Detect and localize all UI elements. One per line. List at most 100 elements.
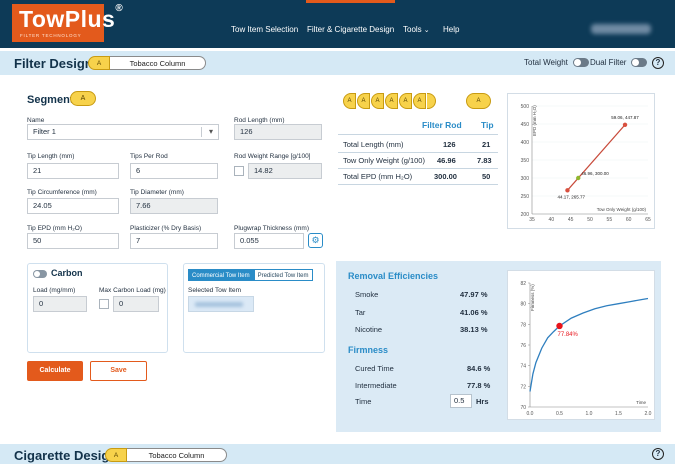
y-tick-label: 72: [520, 384, 526, 390]
tips-per-rod-field[interactable]: 6: [130, 163, 218, 179]
x-axis-label: Time: [636, 400, 646, 405]
app-logo[interactable]: TowPlus® FILTER TECHNOLOGY: [12, 3, 123, 42]
tip-epd-field[interactable]: 50: [27, 233, 119, 249]
x-tick-label: 60: [626, 217, 632, 223]
selected-tow-item-label: Selected Tow Item: [188, 287, 241, 294]
logo-text: TowPlus: [19, 6, 116, 32]
x-tick-label: 40: [549, 217, 555, 223]
selected-tow-item-field[interactable]: [188, 296, 254, 312]
tip-length-field[interactable]: 21: [27, 163, 119, 179]
data-label: 46.96, 300.00: [581, 171, 609, 176]
y-tick-label: 500: [521, 104, 530, 110]
epd-series-line: [567, 124, 626, 191]
y-tick-label: 300: [521, 176, 530, 182]
help-icon[interactable]: ?: [652, 57, 664, 69]
carbon-toggle[interactable]: [33, 270, 47, 278]
segment-tag: A: [70, 91, 96, 106]
gear-icon[interactable]: ⚙: [308, 233, 323, 248]
total-weight-toggle[interactable]: Total Weight: [524, 58, 589, 67]
epd-chart-box: 200 250 300 350 400 450 500 35 40 45 50 55 60 65 EPD (…: [507, 93, 655, 229]
cured-time-label: Cured Time: [355, 364, 394, 373]
mini-segment-end: [427, 93, 436, 109]
total-length-tip: 21: [482, 140, 491, 149]
dual-filter-label: Dual Filter: [590, 58, 627, 67]
plasticizer-field[interactable]: 7: [130, 233, 218, 249]
name-label: Name: [27, 117, 45, 124]
toggle-switch-icon[interactable]: [631, 58, 648, 67]
nicotine-label: Nicotine: [355, 325, 383, 334]
dropdown-divider: [201, 127, 202, 137]
cigarette-design-title: Cigarette Design: [14, 448, 118, 463]
rod-weight-range-field: 14.82: [248, 163, 322, 179]
toggle-switch-icon[interactable]: [572, 58, 589, 67]
x-tick-label: 1.5: [615, 411, 622, 417]
mini-segment-a: A: [357, 93, 370, 109]
segment-a-chip[interactable]: A: [88, 56, 110, 70]
rod-length-field: 126: [234, 124, 322, 140]
y-tick-label: 250: [521, 194, 530, 200]
logo-subtitle: FILTER TECHNOLOGY: [20, 33, 82, 38]
carbon-label: Carbon: [51, 268, 83, 278]
calculate-button[interactable]: Calculate: [27, 361, 83, 381]
tab-commercial-tow-item[interactable]: Commercial Tow Item: [188, 269, 254, 281]
save-button[interactable]: Save: [90, 361, 147, 381]
x-tick-label: 0.5: [556, 411, 563, 417]
plugwrap-label: Plugwrap Thickness (mm): [234, 225, 310, 232]
top-nav-bar: TowPlus® FILTER TECHNOLOGY Tow Item Sele…: [0, 0, 675, 48]
y-axis-label: Firmness (%): [530, 284, 535, 311]
epd-vs-weight-chart: 200 250 300 350 400 450 500 35 40 45 50 55 60 65 EPD (…: [521, 104, 651, 223]
nav-tow-item-selection[interactable]: Tow Item Selection: [231, 25, 298, 34]
nav-tools[interactable]: Tools ⌄: [403, 25, 430, 34]
y-tick-label: 82: [520, 281, 526, 287]
filter-cigarette-graphic[interactable]: A Tobacco Column: [88, 56, 206, 70]
max-carbon-checkbox[interactable]: [99, 299, 109, 309]
mini-segment-a: A: [399, 93, 412, 109]
table-divider: [338, 168, 498, 169]
y-tick-label: 76: [520, 343, 526, 349]
name-dropdown[interactable]: Filter 1: [27, 124, 219, 140]
tab-predicted-tow-item[interactable]: Predicted Tow Item: [253, 269, 313, 281]
x-tick-label: 0.0: [527, 411, 534, 417]
tow-only-weight-tip: 7.83: [477, 156, 492, 165]
tip-length-label: Tip Length (mm): [27, 153, 75, 160]
x-axis-label: Tow Only Weight (g/100): [597, 207, 647, 212]
time-input[interactable]: 0.5: [450, 394, 472, 408]
rod-weight-range-label: Rod Weight Range [g/100]: [234, 153, 311, 160]
tar-value: 41.06 %: [460, 308, 488, 317]
tip-diameter-field: 7.66: [130, 198, 218, 214]
row-label-total-epd: Total EPD (mm H₂O): [343, 172, 413, 181]
max-carbon-load-field: 0: [113, 296, 159, 312]
x-tick-label: 1.0: [586, 411, 593, 417]
data-label: 44.17, 265.77: [557, 194, 585, 199]
carbon-load-field: 0: [33, 296, 87, 312]
tip-diameter-label: Tip Diameter (mm): [130, 189, 184, 196]
data-label: 59.06, 447.87: [611, 115, 639, 120]
y-tick-label: 400: [521, 140, 530, 146]
nav-help[interactable]: Help: [443, 25, 459, 34]
firmness-series-line: [529, 297, 649, 392]
col-tip: Tip: [481, 120, 494, 130]
cured-time-value: 84.6 %: [467, 364, 491, 373]
plugwrap-field[interactable]: 0.055: [234, 233, 304, 249]
cigarette-graphic[interactable]: A Tobacco Column: [105, 448, 227, 462]
y-tick-label: 70: [520, 405, 526, 411]
data-point: [622, 122, 628, 127]
help-icon[interactable]: ?: [652, 448, 664, 460]
rod-length-label: Rod Length (mm): [234, 117, 285, 124]
tobacco-column: Tobacco Column: [110, 56, 206, 70]
segment-a-chip[interactable]: A: [105, 448, 127, 462]
x-tick-label: 35: [529, 217, 535, 223]
mini-segment-a: A: [413, 93, 426, 109]
data-point: [565, 188, 570, 193]
user-menu[interactable]: [591, 24, 651, 34]
dual-filter-toggle[interactable]: Dual Filter: [590, 58, 648, 67]
tip-epd-label: Tip EPD (mm H₂O): [27, 225, 83, 232]
segment-title: Segment: [27, 94, 74, 106]
removal-efficiencies-title: Removal Efficiencies: [348, 271, 439, 281]
mini-segment-a: A: [385, 93, 398, 109]
filter-design-title: Filter Design: [14, 56, 93, 71]
rod-weight-checkbox[interactable]: [234, 166, 244, 176]
filter-design-header: Filter Design A Tobacco Column Total Wei…: [0, 51, 675, 75]
nav-filter-cigarette-design[interactable]: Filter & Cigarette Design: [305, 0, 396, 34]
tip-circumference-field[interactable]: 24.05: [27, 198, 119, 214]
